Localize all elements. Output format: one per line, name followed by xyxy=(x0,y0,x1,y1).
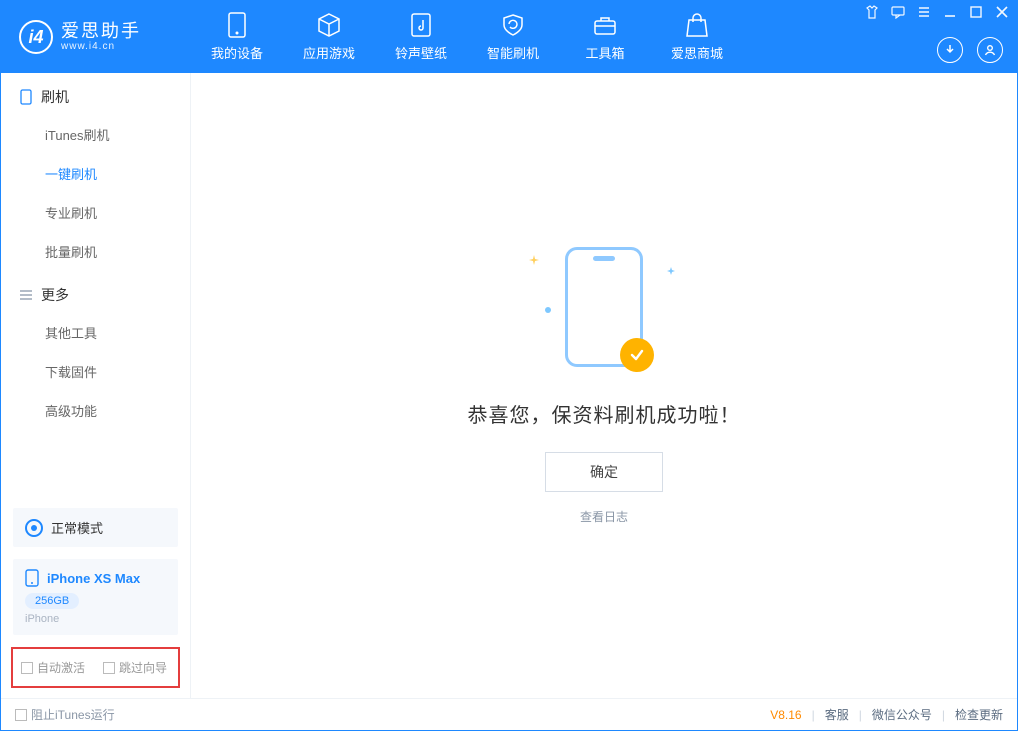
menu-icon[interactable] xyxy=(917,5,931,19)
feedback-icon[interactable] xyxy=(891,5,905,19)
list-icon xyxy=(19,288,33,302)
sidebar-section-flash: 刷机 xyxy=(1,73,190,115)
phone-illustration-icon xyxy=(565,247,643,367)
sidebar-item-itunes-flash[interactable]: iTunes刷机 xyxy=(1,115,190,154)
main-content: 恭喜您，保资料刷机成功啦！ 确定 查看日志 xyxy=(191,73,1017,698)
tab-ringtones-wallpapers[interactable]: 铃声壁纸 xyxy=(375,1,467,73)
sparkle-icon xyxy=(545,307,551,313)
bag-icon xyxy=(684,12,710,38)
sidebar-item-download-firmware[interactable]: 下载固件 xyxy=(1,352,190,391)
tab-label: 应用游戏 xyxy=(303,43,355,62)
status-link-wechat[interactable]: 微信公众号 xyxy=(872,706,932,723)
sidebar-item-advanced[interactable]: 高级功能 xyxy=(1,391,190,430)
music-file-icon xyxy=(408,12,434,38)
status-link-support[interactable]: 客服 xyxy=(825,706,849,723)
checkbox-auto-activate[interactable]: 自动激活 xyxy=(21,659,85,676)
status-link-update[interactable]: 检查更新 xyxy=(955,706,1003,723)
sidebar-item-batch-flash[interactable]: 批量刷机 xyxy=(1,232,190,271)
tshirt-icon[interactable] xyxy=(865,5,879,19)
section-title: 更多 xyxy=(41,285,69,305)
tab-toolbox[interactable]: 工具箱 xyxy=(559,1,651,73)
sidebar-item-oneclick-flash[interactable]: 一键刷机 xyxy=(1,154,190,193)
tab-label: 铃声壁纸 xyxy=(395,43,447,62)
header-extra xyxy=(937,37,1003,63)
tab-label: 我的设备 xyxy=(211,43,263,62)
mode-label: 正常模式 xyxy=(51,518,103,537)
cube-icon xyxy=(316,12,342,38)
tab-label: 工具箱 xyxy=(585,43,624,62)
sparkle-icon xyxy=(529,255,539,265)
sidebar-item-other-tools[interactable]: 其他工具 xyxy=(1,313,190,352)
device-card[interactable]: iPhone XS Max 256GB iPhone xyxy=(13,559,178,635)
logo-icon: i4 xyxy=(19,20,53,54)
success-illustration xyxy=(565,247,643,367)
sidebar-item-pro-flash[interactable]: 专业刷机 xyxy=(1,193,190,232)
device-storage: 256GB xyxy=(25,593,79,609)
device-type: iPhone xyxy=(25,613,166,625)
phone-small-icon xyxy=(19,90,33,104)
tab-smart-flash[interactable]: 智能刷机 xyxy=(467,1,559,73)
section-title: 刷机 xyxy=(41,87,69,107)
checkbox-skip-guide[interactable]: 跳过向导 xyxy=(103,659,167,676)
close-button[interactable] xyxy=(995,5,1009,19)
tab-my-device[interactable]: 我的设备 xyxy=(191,1,283,73)
bottom-options-highlight: 自动激活 跳过向导 xyxy=(11,647,180,688)
body: 刷机 iTunes刷机 一键刷机 专业刷机 批量刷机 更多 其他工具 下载固件 … xyxy=(1,73,1017,698)
logo-text: 爱思助手 www.i4.cn xyxy=(61,22,141,53)
brand-url: www.i4.cn xyxy=(61,41,141,52)
tab-label: 智能刷机 xyxy=(487,43,539,62)
sidebar: 刷机 iTunes刷机 一键刷机 专业刷机 批量刷机 更多 其他工具 下载固件 … xyxy=(1,73,191,698)
maximize-button[interactable] xyxy=(969,5,983,19)
tab-store[interactable]: 爱思商城 xyxy=(651,1,743,73)
user-button[interactable] xyxy=(977,37,1003,63)
download-button[interactable] xyxy=(937,37,963,63)
checkbox-block-itunes[interactable]: 阻止iTunes运行 xyxy=(15,706,115,723)
device-icon xyxy=(224,12,250,38)
tab-label: 爱思商城 xyxy=(671,43,723,62)
mode-indicator-icon xyxy=(25,519,43,537)
tab-apps-games[interactable]: 应用游戏 xyxy=(283,1,375,73)
ok-button[interactable]: 确定 xyxy=(545,452,663,492)
sidebar-section-more: 更多 xyxy=(1,271,190,313)
device-phone-icon xyxy=(25,569,39,587)
view-log-link[interactable]: 查看日志 xyxy=(580,508,628,525)
window-controls xyxy=(865,5,1009,19)
brand-name: 爱思助手 xyxy=(61,22,141,42)
refresh-shield-icon xyxy=(500,12,526,38)
device-name: iPhone XS Max xyxy=(47,571,140,586)
sparkle-icon xyxy=(667,267,675,275)
success-check-icon xyxy=(620,338,654,372)
toolbox-icon xyxy=(592,12,618,38)
success-title: 恭喜您，保资料刷机成功啦！ xyxy=(468,399,741,428)
logo-area: i4 爱思助手 www.i4.cn xyxy=(1,1,191,73)
app-window: i4 爱思助手 www.i4.cn 我的设备 应用游戏 铃声壁纸 智能刷机 xyxy=(0,0,1018,731)
statusbar: 阻止iTunes运行 V8.16 | 客服 | 微信公众号 | 检查更新 xyxy=(1,698,1017,730)
version-label: V8.16 xyxy=(770,708,801,722)
nav-tabs: 我的设备 应用游戏 铃声壁纸 智能刷机 工具箱 爱思商城 xyxy=(191,1,743,73)
minimize-button[interactable] xyxy=(943,5,957,19)
mode-card[interactable]: 正常模式 xyxy=(13,508,178,547)
titlebar: i4 爱思助手 www.i4.cn 我的设备 应用游戏 铃声壁纸 智能刷机 xyxy=(1,1,1017,73)
